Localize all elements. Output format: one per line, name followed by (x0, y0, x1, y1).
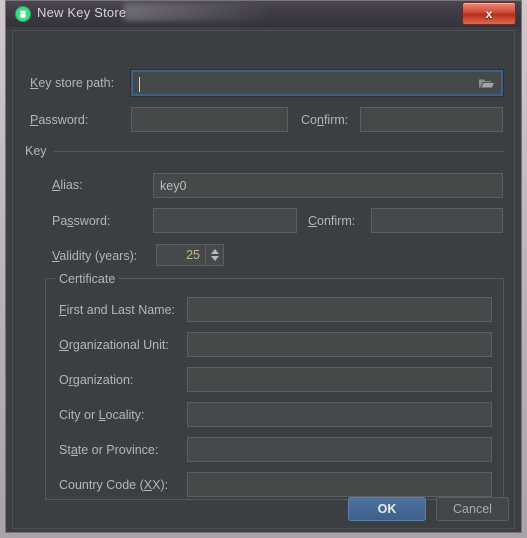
cert-city-locality-input[interactable] (187, 402, 492, 427)
titlebar-blur-artifact (124, 3, 269, 21)
key-validity-label: Validity (years): (52, 249, 138, 263)
cert-country-code-input[interactable] (187, 472, 492, 497)
cert-city-locality-label: City or Locality: (59, 408, 145, 422)
text-caret (139, 77, 140, 92)
keystore-path-label: Key store path: (30, 76, 115, 90)
close-button[interactable]: x (462, 2, 516, 25)
stepper-down-icon[interactable] (210, 256, 219, 261)
cert-first-last-name-label: First and Last Name: (59, 303, 176, 317)
cert-state-province-label: State or Province: (59, 443, 159, 457)
key-validity-value: 25 (186, 248, 200, 262)
cert-organizational-unit-input[interactable] (187, 332, 492, 357)
keystore-password-label: Password: (30, 113, 89, 127)
key-validity-stepper[interactable] (206, 244, 224, 266)
dialog-window: New Key Store x Key store path: Password… (0, 0, 527, 538)
cert-organization-input[interactable] (187, 367, 492, 392)
key-alias-input[interactable]: key0 (153, 173, 503, 198)
key-password-label: Password: (52, 214, 111, 228)
key-password-input[interactable] (153, 208, 297, 233)
keystore-confirm-input[interactable] (360, 107, 503, 132)
cancel-button[interactable]: Cancel (436, 497, 509, 521)
cert-state-province-input[interactable] (187, 437, 492, 462)
key-confirm-input[interactable] (371, 208, 503, 233)
key-alias-label: Alias: (52, 178, 83, 192)
android-keystore-icon (15, 6, 31, 22)
cancel-button-label: Cancel (453, 502, 492, 516)
cert-first-last-name-input[interactable] (187, 297, 492, 322)
folder-icon[interactable] (478, 77, 495, 90)
keystore-confirm-label: Confirm: (301, 113, 349, 127)
stepper-up-icon[interactable] (210, 249, 219, 254)
cert-organization-label: Organization: (59, 373, 134, 387)
key-confirm-label: Confirm: (308, 214, 356, 228)
keystore-password-input[interactable] (131, 107, 288, 132)
ok-button-label: OK (377, 502, 397, 516)
title-bar: New Key Store x (6, 1, 521, 27)
key-validity-input[interactable]: 25 (156, 244, 206, 266)
key-section-separator (54, 151, 504, 152)
cert-organizational-unit-label: Organizational Unit: (59, 338, 169, 352)
close-icon: x (485, 6, 493, 21)
dialog-content: Key store path: Password: Confirm: Key A… (12, 30, 515, 529)
ok-button[interactable]: OK (348, 497, 426, 521)
key-section-title: Key (25, 144, 47, 158)
cert-country-code-label: Country Code (XX): (59, 478, 169, 492)
window-frame-inner: New Key Store x Key store path: Password… (5, 0, 522, 533)
keystore-path-input[interactable] (131, 70, 503, 96)
window-title: New Key Store (37, 5, 127, 20)
certificate-group-title: Certificate (55, 272, 120, 286)
